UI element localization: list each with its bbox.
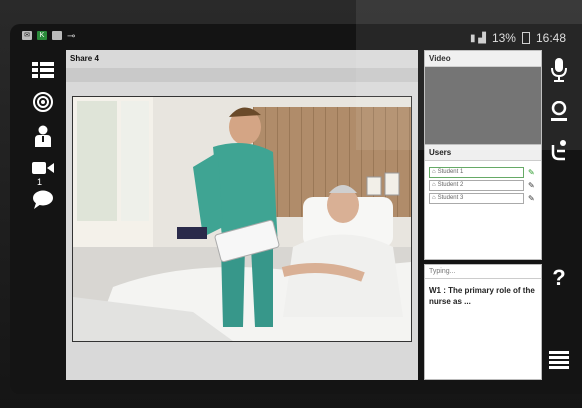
user-name: Student 3 <box>437 195 464 201</box>
help-button[interactable]: ? <box>545 264 573 292</box>
clock: 16:48 <box>535 31 566 45</box>
user-icon <box>551 101 567 121</box>
target-button[interactable] <box>28 90 58 114</box>
status-left-icons: ✉ K ⊸ <box>22 31 75 42</box>
key-icon: ⊸ <box>67 31 76 42</box>
participants-button[interactable] <box>28 124 58 148</box>
edit-icon[interactable]: ✎ <box>528 194 537 203</box>
camera-button[interactable] <box>28 156 58 180</box>
signal-icon: ▮ ▟ <box>469 32 486 44</box>
share-toolbar <box>66 68 418 82</box>
person-icon <box>35 125 51 147</box>
mail-icon: ✉ <box>22 31 32 40</box>
user-avatar-icon: ⌂ <box>432 182 436 188</box>
typing-text: W1 : The primary role of the nurse as ..… <box>429 286 535 306</box>
users-panel: Users ⌂ Student 1 ✎ ⌂ Student 2 ✎ ⌂ Student… <box>424 144 542 260</box>
shared-content-area: Share 4 <box>66 50 418 380</box>
right-toolbar: ? <box>543 52 575 382</box>
mic-icon <box>551 58 567 82</box>
user-row[interactable]: ⌂ Student 2 ✎ <box>429 180 537 191</box>
menu-icon <box>549 351 569 369</box>
image-icon <box>52 31 62 40</box>
edit-icon[interactable]: ✎ <box>528 168 537 177</box>
user-button[interactable] <box>545 98 573 126</box>
users-panel-title: Users <box>425 145 541 161</box>
left-toolbar: 1 <box>24 52 62 382</box>
user-avatar-icon: ⌂ <box>432 195 436 201</box>
chat-icon <box>33 190 53 209</box>
raise-hand-icon <box>551 140 566 161</box>
target-icon <box>33 92 53 112</box>
share-title: Share 4 <box>70 54 99 63</box>
right-panels: Video Users ⌂ Student 1 ✎ ⌂ Student 2 ✎ ⌂ S… <box>424 50 542 380</box>
user-row[interactable]: ⌂ Student 1 ✎ <box>429 167 537 178</box>
shared-image[interactable] <box>72 96 412 342</box>
video-panel-title: Video <box>425 51 541 67</box>
typing-label: Typing... <box>425 265 541 279</box>
status-right: ▮ ▟ 13% 16:48 <box>470 31 566 45</box>
edit-icon[interactable]: ✎ <box>528 181 537 190</box>
raise-hand-button[interactable] <box>545 136 573 164</box>
status-bar: ✉ K ⊸ ▮ ▟ 13% 16:48 <box>14 28 582 48</box>
battery-percent: 13% <box>491 31 516 45</box>
camera-icon <box>32 162 54 174</box>
help-icon: ? <box>552 265 566 290</box>
slides-icon <box>32 62 54 78</box>
user-avatar-icon: ⌂ <box>432 169 436 175</box>
users-list: ⌂ Student 1 ✎ ⌂ Student 2 ✎ ⌂ Student 3 ✎ <box>425 161 541 212</box>
k-icon: K <box>37 31 47 40</box>
user-name: Student 1 <box>437 169 464 175</box>
microphone-button[interactable] <box>545 56 573 84</box>
video-feed[interactable] <box>425 67 541 155</box>
battery-icon <box>521 32 530 44</box>
user-name: Student 2 <box>437 182 464 188</box>
menu-button[interactable] <box>545 346 573 374</box>
typing-panel: Typing... W1 : The primary role of the n… <box>424 264 542 380</box>
chat-button[interactable] <box>28 188 58 212</box>
user-row[interactable]: ⌂ Student 3 ✎ <box>429 193 537 204</box>
slides-button[interactable] <box>28 58 58 82</box>
